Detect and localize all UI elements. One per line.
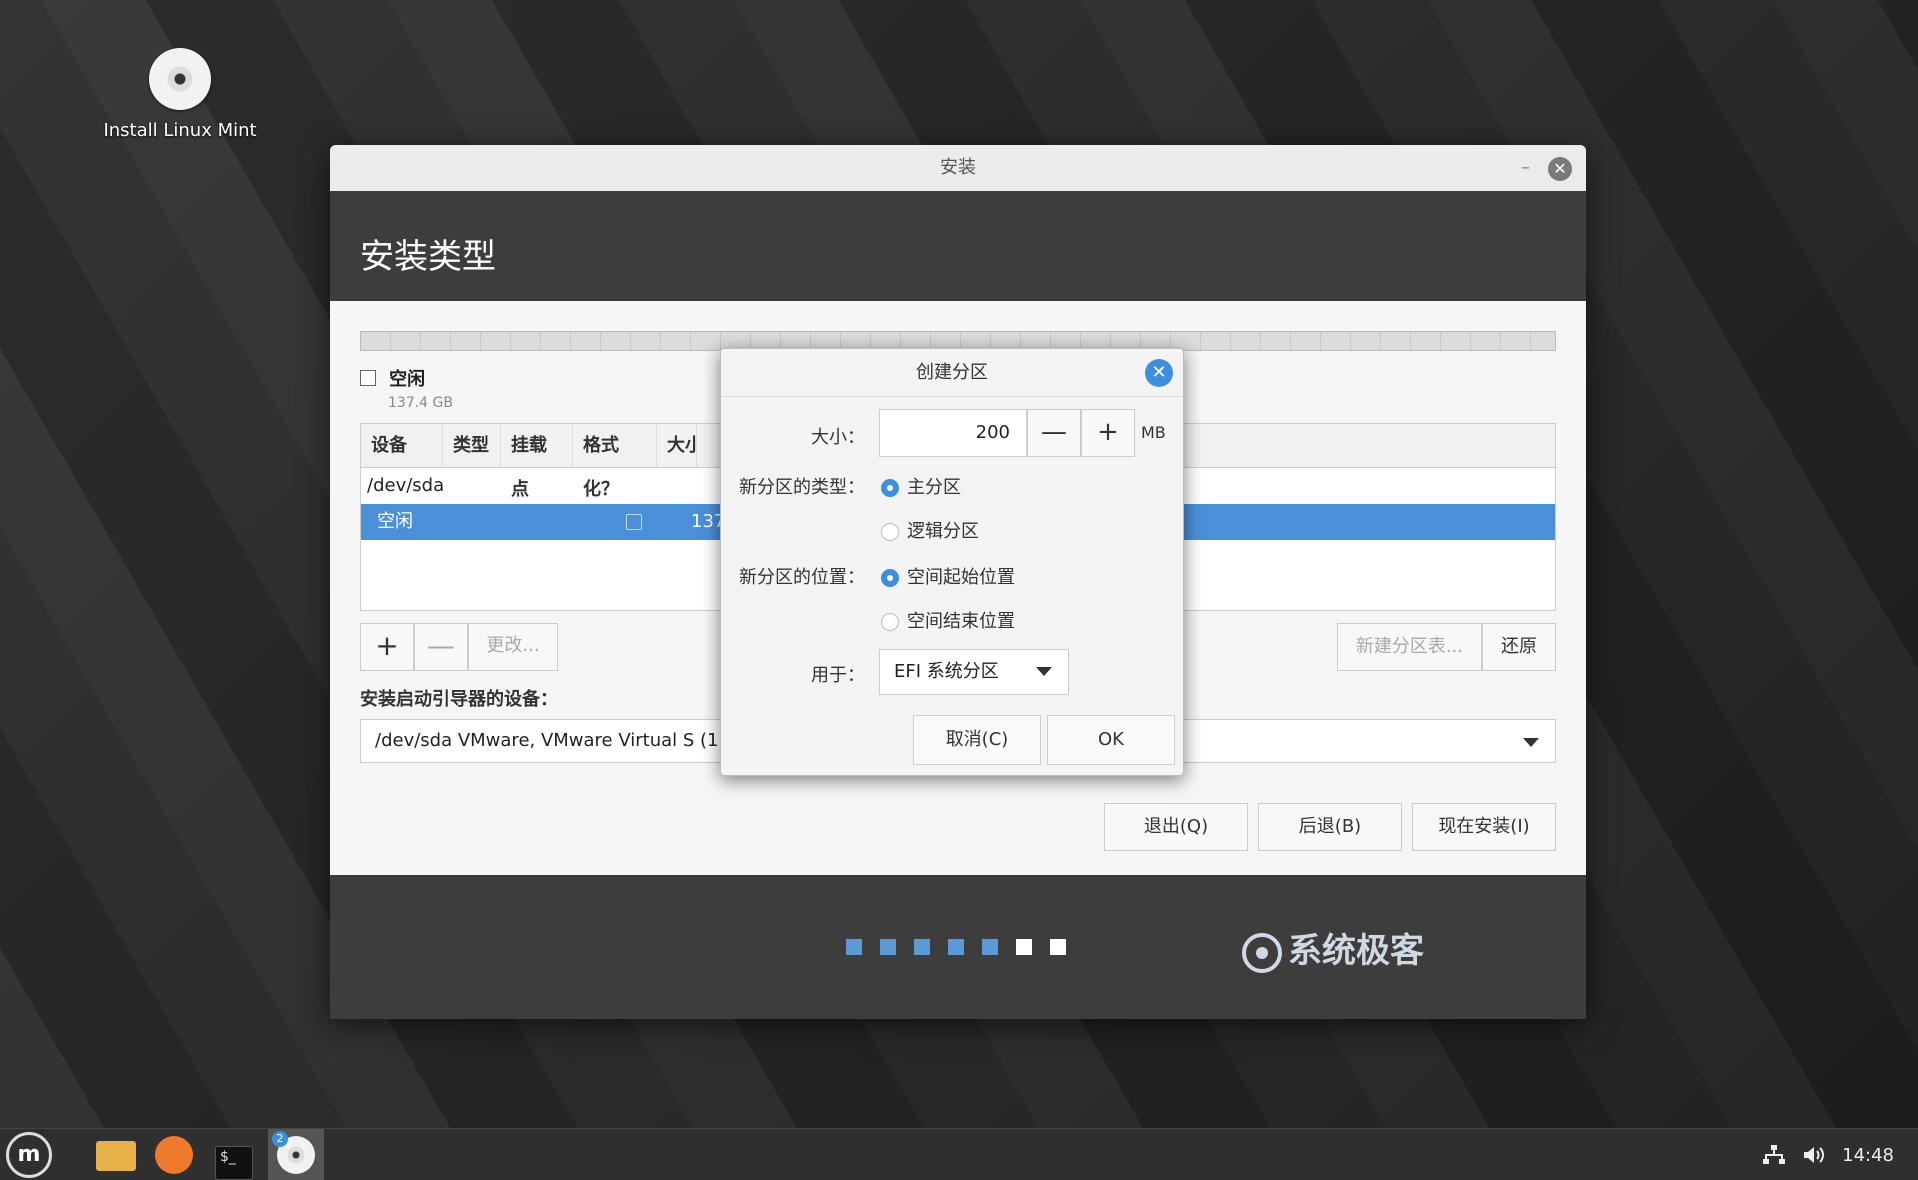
column-type[interactable]: 类型 [443, 424, 501, 467]
taskbar-terminal[interactable]: $_ [212, 1135, 256, 1180]
new-partition-table-button[interactable]: 新建分区表... [1336, 623, 1482, 671]
row-device-name: /dev/sda [367, 475, 445, 496]
partition-actions: + — 更改... [360, 623, 558, 671]
firefox-icon [155, 1136, 193, 1174]
size-label: 大小： [811, 427, 865, 448]
taskbar-files[interactable] [94, 1135, 138, 1175]
partition-type-label: 新分区的类型： [739, 477, 865, 498]
bootloader-label: 安装启动引导器的设备： [360, 689, 558, 710]
free-space-label: 空闲 [389, 369, 426, 390]
row-free-name: 空闲 [377, 511, 413, 532]
cancel-button[interactable]: 取消(C) [913, 715, 1041, 765]
use-as-select[interactable]: EFI 系统分区 [879, 649, 1069, 695]
system-tray: 14:48 [1762, 1129, 1894, 1180]
radio-unchecked-icon [881, 523, 899, 541]
radio-logical[interactable]: 逻辑分区 [881, 517, 979, 543]
remove-partition-button[interactable]: — [414, 623, 468, 671]
column-mount[interactable]: 挂载点 [501, 424, 573, 500]
minimize-button[interactable]: – [1521, 145, 1530, 191]
terminal-icon: $_ [215, 1146, 253, 1180]
window-title: 安装 [940, 157, 976, 178]
table-actions: 新建分区表... 还原 [1336, 623, 1556, 671]
taskbar: m $_ 2 14:48 [0, 1128, 1918, 1180]
quit-button[interactable]: 退出(Q) [1104, 803, 1248, 851]
window-titlebar[interactable]: 安装 – ✕ [330, 145, 1586, 191]
watermark: 系统极客 [1242, 923, 1424, 973]
step-dot [982, 939, 998, 955]
disc-icon [149, 48, 211, 110]
desktop-icon-install[interactable]: Install Linux Mint [90, 48, 270, 141]
desktop-icon-label: Install Linux Mint [103, 120, 257, 141]
radio-logical-label: 逻辑分区 [907, 521, 979, 542]
brand-logo-icon [1242, 932, 1282, 973]
step-dot [1016, 939, 1032, 955]
radio-primary[interactable]: 主分区 [881, 473, 961, 499]
change-partition-button[interactable]: 更改... [468, 623, 558, 671]
network-icon[interactable] [1762, 1144, 1786, 1166]
size-unit: MB [1141, 423, 1166, 442]
step-dot [914, 939, 930, 955]
ok-button[interactable]: OK [1047, 715, 1175, 765]
brand-text: 系统极客 [1288, 931, 1424, 971]
use-as-label: 用于： [811, 665, 865, 686]
radio-end-label: 空间结束位置 [907, 611, 1015, 632]
radio-end[interactable]: 空间结束位置 [881, 607, 1015, 633]
chevron-down-icon [1523, 738, 1539, 747]
volume-icon[interactable] [1802, 1144, 1826, 1166]
wizard-navigation: 退出(Q) 后退(B) 现在安装(I) [1104, 803, 1556, 851]
radio-unchecked-icon [881, 613, 899, 631]
radio-checked-icon [881, 569, 899, 587]
step-progress [846, 939, 1066, 955]
radio-begin-label: 空间起始位置 [907, 567, 1015, 588]
install-now-button[interactable]: 现在安装(I) [1412, 803, 1556, 851]
folder-icon [96, 1141, 136, 1171]
free-space-size: 137.4 GB [388, 395, 453, 411]
window-close-button[interactable]: ✕ [1548, 157, 1572, 181]
column-format[interactable]: 格式化？ [573, 424, 657, 500]
add-partition-button[interactable]: + [360, 623, 414, 671]
radio-begin[interactable]: 空间起始位置 [881, 563, 1015, 589]
row-format-checkbox[interactable] [626, 514, 642, 530]
column-size[interactable]: 大小 [657, 424, 697, 467]
step-dot [1050, 939, 1066, 955]
size-increment-button[interactable]: + [1081, 409, 1135, 457]
step-dot [846, 939, 862, 955]
step-dot [948, 939, 964, 955]
bootloader-value: /dev/sda VMware, VMware Virtual S (1 [375, 730, 719, 751]
page-title: 安装类型 [330, 191, 1586, 301]
size-input[interactable]: 200 [879, 409, 1027, 457]
create-partition-dialog: 创建分区 ✕ 大小： 200 — + MB 新分区的类型： 主分区 逻辑分区 新… [720, 348, 1184, 776]
radio-checked-icon [881, 479, 899, 497]
partition-position-label: 新分区的位置： [739, 567, 865, 588]
chevron-down-icon [1036, 667, 1052, 676]
dialog-close-button[interactable]: ✕ [1145, 359, 1173, 387]
clock[interactable]: 14:48 [1842, 1145, 1894, 1166]
taskbar-installer[interactable]: 2 [268, 1129, 324, 1180]
step-dot [880, 939, 896, 955]
mint-menu-icon[interactable]: m [6, 1132, 52, 1178]
free-space-legend: 空闲 137.4 GB [360, 365, 453, 411]
revert-button[interactable]: 还原 [1482, 623, 1556, 671]
dialog-titlebar: 创建分区 ✕ [721, 349, 1183, 397]
size-decrement-button[interactable]: — [1027, 409, 1081, 457]
window-footer: 系统极客 [330, 875, 1586, 1019]
taskbar-firefox[interactable] [152, 1135, 196, 1175]
use-as-value: EFI 系统分区 [894, 661, 999, 682]
back-button[interactable]: 后退(B) [1258, 803, 1402, 851]
window-count-badge: 2 [272, 1131, 288, 1147]
dialog-title: 创建分区 [916, 362, 988, 383]
free-space-checkbox [360, 370, 376, 386]
radio-primary-label: 主分区 [907, 477, 961, 498]
column-device[interactable]: 设备 [361, 424, 443, 467]
